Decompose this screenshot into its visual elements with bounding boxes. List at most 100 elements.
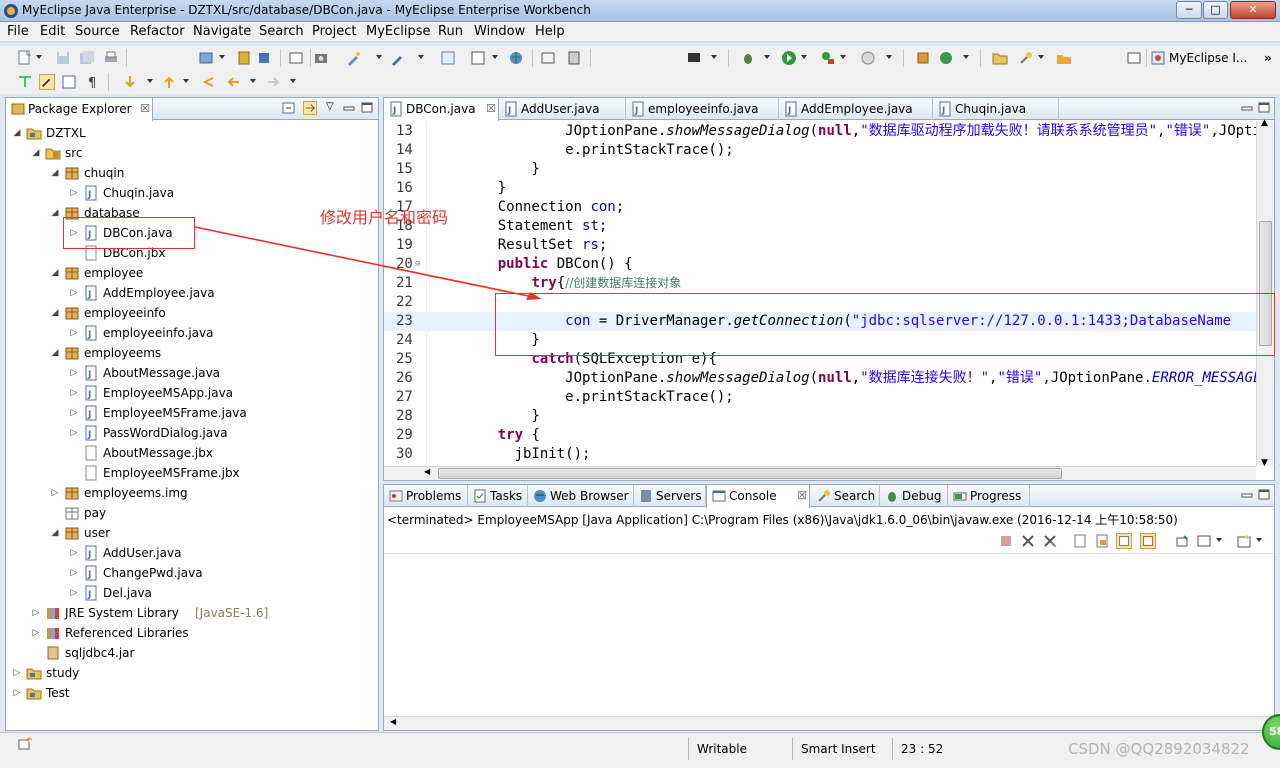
open-console-icon[interactable] (1236, 533, 1252, 549)
menu-help[interactable]: Help (535, 24, 565, 39)
open-resource-icon[interactable] (566, 50, 582, 66)
wizard-dropdown-icon[interactable] (376, 55, 382, 59)
expand-toggle-icon[interactable]: ▷ (69, 543, 79, 563)
show-whitespace-icon[interactable]: ¶ (85, 74, 101, 90)
menu-myeclipse[interactable]: MyEclipse (366, 24, 431, 39)
tab-servers[interactable]: Servers (634, 485, 706, 507)
tab-console[interactable]: Console ☒ (706, 485, 810, 508)
scroll-left-icon[interactable]: ◀ (424, 467, 430, 476)
perspective-grid-icon[interactable] (440, 50, 456, 66)
open-folder-icon[interactable] (992, 50, 1008, 66)
expand-toggle-icon[interactable]: ▷ (69, 363, 79, 383)
profile-icon[interactable] (860, 50, 876, 66)
prev-annotation-dropdown-icon[interactable] (183, 79, 189, 83)
code-line[interactable]: 14 e.printStackTrace(); (384, 141, 1256, 160)
next-annotation-dropdown-icon[interactable] (147, 79, 153, 83)
minimize-view-icon[interactable] (342, 101, 356, 115)
code-line[interactable]: 21 try{//创建数据库连接对象 (384, 274, 1256, 293)
debug-dropdown-icon[interactable] (764, 55, 770, 59)
code-line[interactable]: 30 jbInit(); (384, 445, 1256, 464)
remove-launch-icon[interactable] (1020, 533, 1036, 549)
new-wizard-icon[interactable] (346, 50, 362, 66)
scroll-lock-icon[interactable] (1094, 533, 1110, 549)
search-tool-icon[interactable] (1018, 50, 1034, 66)
code-line[interactable]: 27 e.printStackTrace(); (384, 388, 1256, 407)
menu-source[interactable]: Source (75, 24, 120, 39)
expand-toggle-icon[interactable]: ◢ (50, 303, 60, 323)
search-tool-dropdown-icon[interactable] (1038, 55, 1044, 59)
expand-toggle-icon[interactable]: ▷ (12, 663, 22, 683)
monitor-dropdown-icon[interactable] (711, 55, 717, 59)
editor-hscroll-thumb[interactable] (438, 468, 1062, 479)
new-class-dropdown-icon[interactable] (963, 55, 969, 59)
expand-toggle-icon[interactable]: ▷ (69, 283, 79, 303)
toggle-breadcrumb-icon[interactable] (17, 74, 33, 90)
expand-toggle-icon[interactable]: ▷ (31, 623, 41, 643)
menu-refactor[interactable]: Refactor (130, 24, 185, 39)
web-project-icon[interactable] (390, 50, 406, 66)
expand-toggle-icon[interactable]: ▷ (69, 583, 79, 603)
layout-dropdown-icon[interactable] (492, 55, 498, 59)
tab-progress[interactable]: Progress (948, 485, 1030, 507)
myeclipse-perspective-icon[interactable] (1150, 50, 1166, 66)
expand-toggle-icon[interactable]: ◢ (50, 163, 60, 183)
next-annotation-icon[interactable] (122, 74, 138, 90)
maximize-view-icon[interactable] (1257, 101, 1271, 115)
expand-toggle-icon[interactable]: ◢ (50, 343, 60, 363)
prev-annotation-icon[interactable] (161, 74, 177, 90)
code-line[interactable]: 17 Connection con; (384, 198, 1256, 217)
code-line[interactable]: 29 try { (384, 426, 1256, 445)
block-selection-icon[interactable] (61, 74, 77, 90)
code-line[interactable]: 28 } (384, 407, 1256, 426)
web-project-dropdown-icon[interactable] (418, 55, 424, 59)
expand-toggle-icon[interactable]: ▷ (69, 423, 79, 443)
menu-file[interactable]: File (7, 24, 29, 39)
open-console-dropdown-icon[interactable] (1256, 538, 1262, 542)
camera-icon[interactable] (313, 50, 329, 66)
open-task-icon[interactable] (1056, 50, 1072, 66)
open-perspective-icon[interactable] (1126, 50, 1142, 66)
remove-all-terminated-icon[interactable] (1042, 533, 1058, 549)
expand-toggle-icon[interactable]: ▷ (69, 383, 79, 403)
console-horizontal-scrollbar[interactable]: ◀ (384, 716, 1274, 730)
terminate-icon[interactable] (998, 533, 1014, 549)
maximize-view-icon[interactable] (1257, 488, 1271, 502)
tab-package-explorer[interactable]: Package Explorer ☒ (5, 98, 153, 121)
expand-toggle-icon[interactable]: ▷ (50, 483, 60, 503)
back-icon[interactable] (226, 74, 242, 90)
tab-adduser-java[interactable]: J AddUser.java (499, 98, 626, 120)
menu-navigate[interactable]: Navigate (193, 24, 251, 39)
new-dropdown-icon[interactable] (36, 55, 42, 59)
new-class-icon[interactable] (938, 50, 954, 66)
expand-toggle-icon[interactable]: ◢ (31, 143, 41, 163)
run-dropdown-icon[interactable] (801, 55, 807, 59)
tab-web-browser[interactable]: Web Browser (528, 485, 634, 507)
monitor-icon[interactable] (686, 50, 702, 66)
save-icon[interactable] (55, 50, 71, 66)
expand-toggle-icon[interactable]: ▷ (31, 603, 41, 623)
profile-dropdown-icon[interactable] (886, 55, 892, 59)
close-icon[interactable]: ☒ (140, 98, 150, 120)
expand-toggle-icon[interactable]: ◢ (50, 203, 60, 223)
scroll-left-icon[interactable]: ◀ (390, 717, 396, 726)
menu-project[interactable]: Project (312, 24, 356, 39)
new-icon[interactable] (17, 50, 33, 66)
link-with-editor-icon[interactable] (303, 101, 317, 115)
deploy-dropdown-icon[interactable] (219, 55, 225, 59)
deploy-icon[interactable] (198, 50, 214, 66)
perspective-label[interactable]: MyEclipse I... (1169, 51, 1247, 65)
open-type-icon[interactable] (540, 50, 556, 66)
show-console-stdout-icon[interactable] (1116, 533, 1132, 549)
tab-addemployee-java[interactable]: J AddEmployee.java (779, 98, 933, 120)
maximize-view-icon[interactable] (360, 101, 374, 115)
expand-toggle-icon[interactable]: ▷ (69, 403, 79, 423)
editor-horizontal-scrollbar[interactable]: ◀ (384, 466, 1256, 480)
code-line[interactable]: 20 public DBCon() {⊖ (384, 255, 1256, 274)
close-button[interactable]: ✕ (1230, 1, 1276, 19)
maximize-button[interactable]: □ (1203, 1, 1228, 19)
external-tools-icon[interactable] (820, 50, 836, 66)
menu-run[interactable]: Run (438, 24, 463, 39)
view-menu-icon[interactable]: ▽ (326, 101, 340, 115)
expand-toggle-icon[interactable]: ▷ (69, 323, 79, 343)
last-edit-icon[interactable] (201, 74, 217, 90)
